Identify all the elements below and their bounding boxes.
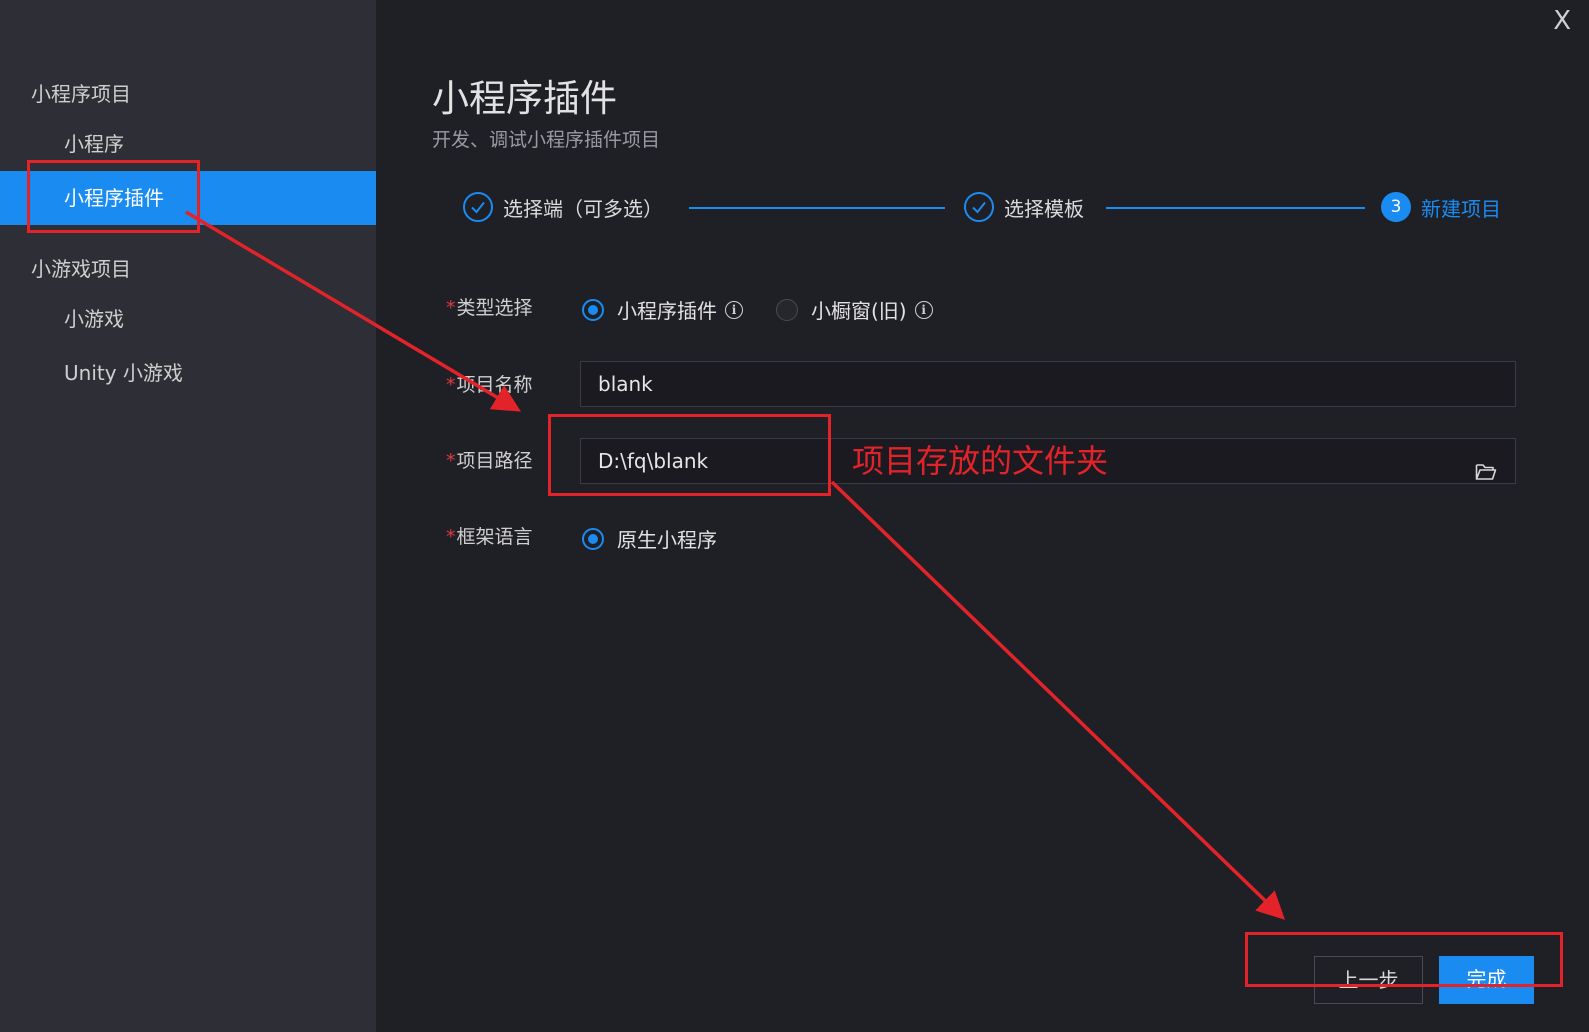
arrow-to-buttons bbox=[830, 480, 1286, 920]
radio-button[interactable] bbox=[776, 298, 798, 321]
project-name-input[interactable]: blank bbox=[580, 361, 1516, 407]
framework-label: *框架语言 bbox=[446, 522, 533, 549]
sidebar-group-miniprogram: 小程序项目 bbox=[31, 82, 131, 106]
step-new-project: 3 新建项目 bbox=[1381, 190, 1501, 224]
step-select-template: 选择模板 bbox=[964, 190, 1084, 224]
sidebar-item-miniprogram-plugin[interactable]: 小程序插件 bbox=[0, 171, 376, 225]
required-mark: * bbox=[446, 297, 456, 319]
name-label: *项目名称 bbox=[446, 370, 533, 397]
close-button[interactable]: X bbox=[1553, 6, 1571, 36]
step-number-badge: 3 bbox=[1381, 192, 1411, 222]
step-select-platform: 选择端（可多选） bbox=[463, 190, 663, 224]
sidebar-item-miniprogram[interactable]: 小程序 bbox=[0, 117, 376, 171]
type-label: *类型选择 bbox=[446, 293, 533, 320]
sidebar: 小程序项目 小程序 小程序插件 小游戏项目 小游戏 Unity 小游戏 bbox=[0, 0, 376, 1032]
check-icon bbox=[463, 192, 493, 222]
required-mark: * bbox=[446, 526, 456, 548]
info-icon[interactable]: i bbox=[914, 300, 933, 319]
path-label-text: 项目路径 bbox=[456, 450, 533, 472]
page-subtitle: 开发、调试小程序插件项目 bbox=[432, 129, 661, 151]
check-icon bbox=[964, 192, 994, 222]
folder-open-icon[interactable] bbox=[1475, 452, 1497, 496]
radio-button[interactable] bbox=[582, 298, 604, 321]
project-path-value: D:\fq\blank bbox=[598, 449, 709, 473]
step-connector bbox=[1106, 207, 1365, 209]
type-option-showcase[interactable]: 小橱窗(旧) i bbox=[776, 295, 933, 324]
sidebar-group-minigame: 小游戏项目 bbox=[31, 257, 131, 281]
required-mark: * bbox=[446, 374, 456, 396]
radio-label: 小橱窗(旧) bbox=[811, 299, 907, 323]
annotation-text: 项目存放的文件夹 bbox=[852, 442, 1109, 480]
radio-button[interactable] bbox=[582, 527, 604, 550]
previous-step-button[interactable]: 上一步 bbox=[1314, 956, 1423, 1004]
step-label: 选择端（可多选） bbox=[503, 196, 663, 221]
radio-label: 原生小程序 bbox=[617, 528, 717, 552]
radio-label: 小程序插件 bbox=[617, 299, 717, 323]
step-label: 新建项目 bbox=[1421, 196, 1501, 221]
name-label-text: 项目名称 bbox=[456, 374, 533, 396]
type-option-plugin[interactable]: 小程序插件 i bbox=[582, 295, 743, 324]
framework-option-native[interactable]: 原生小程序 bbox=[582, 524, 717, 553]
step-connector bbox=[689, 207, 945, 209]
info-icon[interactable]: i bbox=[725, 300, 743, 319]
page-title: 小程序插件 bbox=[432, 77, 617, 120]
path-label: *项目路径 bbox=[446, 446, 533, 473]
sidebar-item-unity-minigame[interactable]: Unity 小游戏 bbox=[0, 346, 376, 400]
framework-label-text: 框架语言 bbox=[456, 526, 533, 548]
sidebar-item-minigame[interactable]: 小游戏 bbox=[0, 292, 376, 346]
step-label: 选择模板 bbox=[1004, 196, 1084, 221]
type-label-text: 类型选择 bbox=[456, 297, 533, 319]
required-mark: * bbox=[446, 450, 456, 472]
finish-button[interactable]: 完成 bbox=[1439, 956, 1534, 1004]
